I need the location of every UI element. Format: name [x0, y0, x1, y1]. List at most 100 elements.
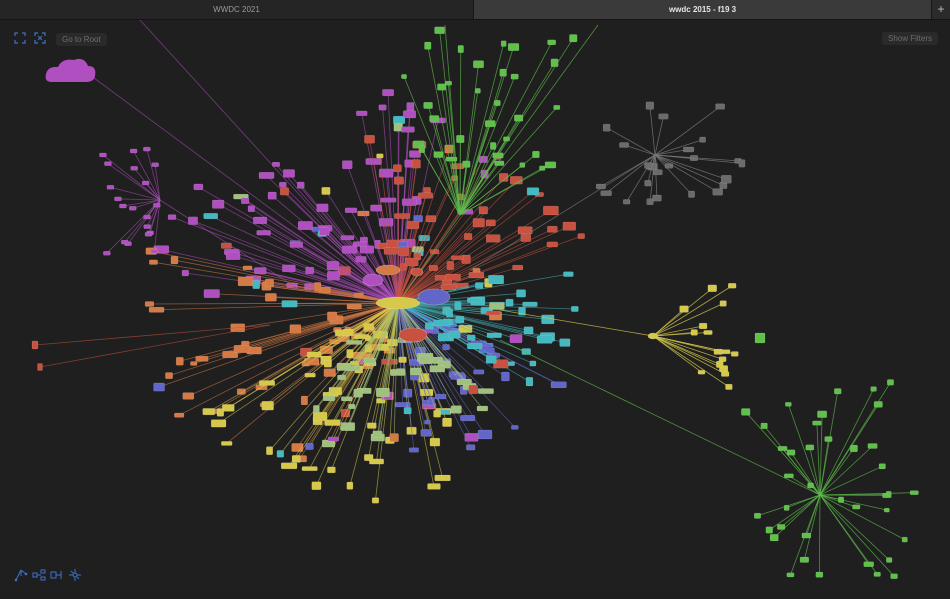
map-node[interactable]: [698, 370, 705, 374]
map-node[interactable]: [145, 301, 154, 306]
map-node[interactable]: [787, 450, 795, 455]
map-node[interactable]: [221, 243, 231, 249]
map-node[interactable]: [887, 380, 893, 386]
map-node[interactable]: [683, 147, 694, 152]
map-node[interactable]: [394, 177, 403, 185]
map-node[interactable]: [99, 153, 106, 157]
map-node[interactable]: [871, 387, 877, 392]
map-node[interactable]: [808, 483, 814, 488]
map-node[interactable]: [868, 443, 877, 448]
map-node[interactable]: [430, 366, 445, 373]
map-node[interactable]: [511, 425, 518, 429]
map-node[interactable]: [563, 222, 576, 230]
map-node[interactable]: [297, 182, 304, 188]
map-node[interactable]: [437, 84, 446, 91]
map-node[interactable]: [713, 189, 723, 196]
map-node[interactable]: [551, 382, 567, 388]
map-node[interactable]: [646, 102, 654, 109]
map-node[interactable]: [716, 104, 725, 109]
map-node[interactable]: [266, 447, 272, 455]
map-node[interactable]: [816, 572, 823, 577]
map-node[interactable]: [548, 40, 556, 45]
map-node[interactable]: [474, 370, 485, 374]
map-node[interactable]: [253, 280, 260, 288]
hierarchy-layout-icon[interactable]: [32, 568, 46, 582]
radial-layout-icon[interactable]: [68, 568, 82, 582]
map-node[interactable]: [103, 251, 110, 255]
map-node[interactable]: [700, 137, 706, 142]
map-node[interactable]: [343, 329, 353, 336]
map-node[interactable]: [691, 329, 698, 335]
map-node[interactable]: [306, 443, 314, 449]
map-node[interactable]: [770, 534, 778, 541]
map-node[interactable]: [347, 482, 353, 489]
map-node[interactable]: [659, 114, 669, 119]
map-node[interactable]: [259, 172, 274, 178]
map-node[interactable]: [467, 298, 482, 303]
map-node[interactable]: [817, 411, 826, 418]
map-node[interactable]: [430, 438, 440, 446]
tab-wwdc-2015[interactable]: wwdc 2015 - f19 3: [474, 0, 931, 19]
map-node[interactable]: [886, 558, 892, 563]
map-node[interactable]: [596, 184, 605, 189]
map-node[interactable]: [131, 166, 138, 170]
map-node[interactable]: [486, 356, 496, 364]
map-node[interactable]: [725, 384, 732, 389]
map-node[interactable]: [442, 418, 451, 427]
map-node[interactable]: [457, 379, 472, 385]
map-node[interactable]: [425, 323, 433, 329]
map-node[interactable]: [478, 389, 493, 394]
map-node[interactable]: [419, 355, 430, 364]
map-node[interactable]: [741, 408, 750, 415]
map-node[interactable]: [511, 74, 518, 79]
map-node[interactable]: [512, 265, 522, 270]
map-node[interactable]: [165, 373, 172, 379]
map-node[interactable]: [292, 455, 300, 462]
map-node[interactable]: [419, 145, 425, 152]
map-node[interactable]: [152, 163, 159, 167]
cloud-node[interactable]: [46, 59, 96, 82]
map-node[interactable]: [320, 228, 330, 236]
map-node[interactable]: [204, 290, 220, 298]
map-node[interactable]: [327, 261, 339, 270]
map-node[interactable]: [813, 421, 822, 425]
map-node[interactable]: [342, 161, 352, 169]
map-node[interactable]: [526, 377, 533, 386]
hub-node[interactable]: [411, 268, 423, 276]
map-node[interactable]: [569, 34, 577, 42]
map-node[interactable]: [800, 557, 809, 562]
map-node[interactable]: [477, 406, 488, 411]
map-node[interactable]: [395, 402, 410, 407]
map-node[interactable]: [755, 333, 765, 343]
map-node[interactable]: [414, 215, 423, 222]
map-node[interactable]: [313, 405, 319, 412]
map-node[interactable]: [394, 214, 410, 219]
add-tab-button[interactable]: +: [931, 0, 950, 19]
map-node[interactable]: [720, 301, 727, 307]
map-node[interactable]: [825, 436, 833, 441]
map-node[interactable]: [114, 197, 121, 201]
map-node[interactable]: [119, 204, 126, 208]
map-node[interactable]: [446, 309, 452, 318]
hub-node[interactable]: [399, 328, 427, 342]
map-node[interactable]: [390, 434, 399, 442]
map-node[interactable]: [731, 352, 738, 357]
map-node[interactable]: [524, 327, 533, 334]
map-node[interactable]: [317, 204, 328, 212]
map-node[interactable]: [645, 180, 651, 186]
map-node[interactable]: [328, 437, 339, 441]
map-node[interactable]: [785, 402, 791, 406]
map-node[interactable]: [183, 393, 194, 400]
map-node[interactable]: [486, 220, 496, 226]
hub-node[interactable]: [418, 289, 450, 305]
map-node[interactable]: [176, 357, 183, 365]
map-node[interactable]: [404, 407, 411, 414]
map-node[interactable]: [322, 187, 331, 194]
map-node[interactable]: [211, 420, 226, 428]
map-node[interactable]: [884, 508, 889, 512]
map-node[interactable]: [441, 284, 456, 290]
map-node[interactable]: [376, 388, 389, 397]
map-node[interactable]: [787, 573, 794, 577]
map-node[interactable]: [373, 431, 382, 438]
map-node[interactable]: [410, 368, 421, 375]
